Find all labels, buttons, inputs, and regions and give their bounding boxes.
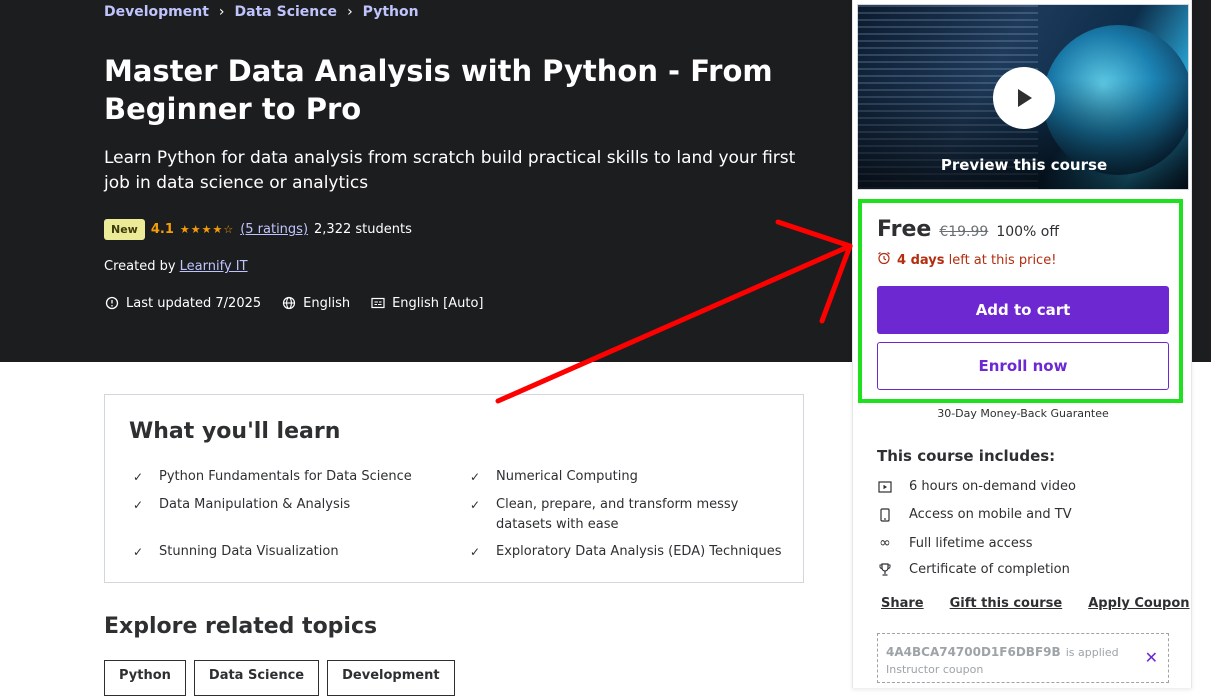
course-subtitle: Learn Python for data analysis from scra… [104,148,796,193]
coupon-type: Instructor coupon [886,663,984,676]
check-icon: ✓ [133,498,144,512]
last-updated: Last updated 7/2025 [126,295,262,311]
course-captions: English [Auto] [392,295,484,311]
includes-item: Certificate of completion [877,562,1070,577]
preview-label: Preview this course [940,156,1108,174]
apply-coupon-link[interactable]: Apply Coupon [1088,596,1189,611]
closed-captions-icon [370,295,386,311]
trophy-icon [877,562,893,577]
what-youll-learn: What you'll learn ✓ Python Fundamentals … [104,394,804,583]
includes-item: 6 hours on-demand video [877,479,1076,494]
check-icon: ✓ [470,470,481,484]
learn-item: ✓ Exploratory Data Analysis (EDA) Techni… [470,542,790,562]
new-badge: New [104,219,145,240]
learn-item: ✓ Stunning Data Visualization [133,542,443,562]
rating-row: New 4.1 ★★★★☆ (5 ratings) 2,322 students [104,219,412,240]
instructor-link[interactable]: Learnify IT [180,259,248,274]
close-icon[interactable]: ✕ [1145,648,1158,667]
learn-item: ✓ Numerical Computing [470,467,780,487]
created-by: Created by Learnify IT [104,259,248,274]
sidebar-links: Share Gift this course Apply Coupon [881,596,1190,611]
course-language: English [303,295,351,311]
play-icon[interactable] [993,67,1055,129]
created-by-label: Created by [104,259,176,274]
green-highlight-box [858,199,1183,403]
related-topics: Python Data Science Development [104,660,455,696]
learn-item: ✓ Data Manipulation & Analysis [133,495,443,515]
course-meta: Last updated 7/2025 English English [Aut… [104,295,484,311]
breadcrumb: Development › Data Science › Python [104,4,419,20]
ratings-link[interactable]: (5 ratings) [240,222,308,237]
learn-item: ✓ Python Fundamentals for Data Science [133,467,443,487]
globe-icon [281,295,297,311]
share-link[interactable]: Share [881,596,924,611]
star-rating-icon: ★★★★☆ [179,223,235,236]
students-count: 2,322 students [314,222,412,237]
includes-item: Access on mobile and TV [877,507,1072,522]
breadcrumb-data-science[interactable]: Data Science [235,4,338,20]
coupon-applied-text: is applied [1065,646,1119,659]
check-icon: ✓ [470,498,481,512]
chevron-right-icon: › [347,4,353,20]
learn-item: ✓ Clean, prepare, and transform messy da… [470,495,760,535]
check-icon: ✓ [470,545,481,559]
coupon-code: 4A4BCA74700D1F6DBF9B [886,645,1061,659]
related-topics-heading: Explore related topics [104,614,378,639]
learn-heading: What you'll learn [129,419,341,444]
topic-python[interactable]: Python [104,660,186,696]
mobile-icon [877,507,893,522]
topic-development[interactable]: Development [327,660,455,696]
includes-heading: This course includes: [877,447,1056,465]
includes-item: ∞ Full lifetime access [877,535,1032,551]
money-back-guarantee: 30-Day Money-Back Guarantee [937,407,1109,420]
applied-coupon: 4A4BCA74700D1F6DBF9B is applied Instruct… [877,633,1169,683]
gift-course-link[interactable]: Gift this course [950,596,1063,611]
check-icon: ✓ [133,545,144,559]
alert-badge-icon [104,295,120,311]
chevron-right-icon: › [218,4,225,20]
video-icon [877,480,893,493]
course-preview[interactable]: Preview this course [857,4,1189,190]
infinity-icon: ∞ [879,535,891,551]
check-icon: ✓ [133,470,144,484]
topic-data-science[interactable]: Data Science [193,660,320,696]
course-title: Master Data Analysis with Python - From … [104,54,773,126]
rating-value: 4.1 [150,222,174,237]
breadcrumb-development[interactable]: Development [104,4,209,20]
breadcrumb-python[interactable]: Python [363,4,419,20]
